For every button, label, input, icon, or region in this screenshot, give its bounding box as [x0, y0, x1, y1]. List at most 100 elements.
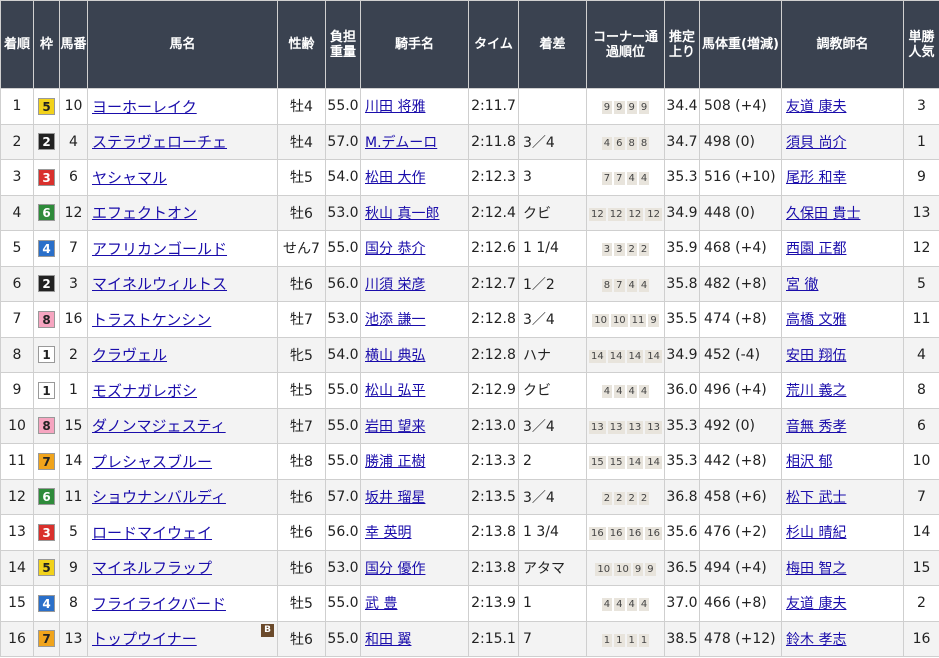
sexage-cell: 牡6 [277, 620, 326, 657]
trainer-cell: 杉山 晴紀 [781, 514, 904, 551]
horse-link[interactable]: マイネルフラップ [92, 559, 212, 577]
weight-cell: 55.0 [325, 585, 361, 622]
trainer-link[interactable]: 須貝 尚介 [786, 135, 846, 151]
corner-position: 9 [638, 101, 650, 115]
corner-position: 2 [626, 491, 637, 505]
time-cell: 2:13.5 [468, 478, 519, 515]
horse-link[interactable]: ヤシャマル [92, 169, 167, 187]
time-cell: 2:11.7 [468, 88, 519, 125]
waku-badge: 8 [38, 417, 55, 435]
popularity-cell: 3 [903, 88, 939, 125]
waku-cell: 4 [33, 230, 60, 267]
trainer-link[interactable]: 音無 秀孝 [786, 419, 846, 435]
corner-position: 15 [589, 456, 606, 470]
jockey-link[interactable]: 国分 優作 [365, 561, 425, 577]
rank-cell: 4 [0, 194, 34, 231]
jockey-link[interactable]: 国分 恭介 [365, 241, 425, 257]
horse-link[interactable]: ステラヴェローチェ [92, 133, 227, 151]
corner-position: 4 [601, 385, 613, 399]
last3f-cell: 35.6 [664, 514, 700, 551]
corner-position: 1 [614, 633, 625, 647]
last3f-cell: 35.8 [664, 265, 700, 302]
popularity-cell: 1 [903, 123, 939, 160]
trainer-link[interactable]: 相沢 郁 [786, 454, 832, 470]
sexage-cell: 牡7 [277, 407, 326, 444]
trainer-link[interactable]: 安田 翔伍 [786, 348, 846, 364]
horse-link[interactable]: モズナガレボシ [92, 382, 197, 400]
jockey-link[interactable]: 川須 栄彦 [365, 277, 425, 293]
jockey-link[interactable]: 幸 英明 [365, 525, 411, 541]
horse-link[interactable]: トラストケンシン [92, 311, 211, 329]
jockey-link[interactable]: 坂井 瑠星 [365, 490, 425, 506]
horse-link[interactable]: マイネルウィルトス [92, 275, 227, 293]
horse-link[interactable]: フライライクバード [92, 595, 226, 613]
weight-cell: 53.0 [325, 549, 361, 586]
jockey-link[interactable]: 秋山 真一郎 [365, 206, 439, 222]
jockey-link[interactable]: 横山 典弘 [365, 348, 425, 364]
horse-link[interactable]: クラヴェル [92, 346, 167, 364]
last3f-cell: 37.0 [664, 585, 700, 622]
waku-badge: 2 [38, 275, 55, 293]
waku-cell: 1 [33, 336, 60, 373]
jockey-link[interactable]: 武 豊 [365, 596, 397, 612]
sexage-cell: 牡6 [277, 549, 326, 586]
waku-cell: 6 [33, 194, 60, 231]
trainer-link[interactable]: 宮 徹 [786, 277, 818, 293]
jockey-link[interactable]: 川田 将雅 [365, 99, 425, 115]
trainer-cell: 宮 徹 [781, 265, 904, 302]
last3f-cell: 35.3 [664, 407, 700, 444]
horse-link[interactable]: プレシャスブルー [92, 453, 212, 471]
trainer-link[interactable]: 尾形 和幸 [786, 170, 846, 186]
horse-cell: トップウイナー B [87, 620, 278, 657]
corner-position: 4 [601, 598, 613, 612]
jockey-link[interactable]: 松田 大作 [365, 170, 425, 186]
waku-badge: 7 [38, 452, 55, 470]
trainer-link[interactable]: 西園 正都 [786, 241, 846, 257]
table-row: 9 1 1 モズナガレボシ 牡5 55.0 松山 弘平 2:12.9 クビ 44… [0, 372, 939, 409]
margin-cell: 1 1/4 [518, 230, 587, 267]
sexage-cell: 牡7 [277, 301, 326, 338]
jockey-link[interactable]: M.デムーロ [365, 135, 437, 151]
horse-link[interactable]: エフェクトオン [92, 204, 197, 222]
jockey-cell: 岩田 望来 [360, 407, 469, 444]
trainer-link[interactable]: 荒川 義之 [786, 383, 846, 399]
trainer-cell: 相沢 郁 [781, 443, 904, 480]
trainer-link[interactable]: 梅田 智之 [786, 561, 846, 577]
horse-link[interactable]: ダノンマジェスティ [92, 417, 226, 435]
corner-position: 4 [626, 278, 637, 292]
trainer-link[interactable]: 友道 康夫 [786, 596, 846, 612]
jockey-link[interactable]: 勝浦 正樹 [365, 454, 425, 470]
header-horse: 馬名 [87, 0, 278, 89]
time-cell: 2:15.1 [468, 620, 519, 657]
trainer-cell: 松下 武士 [781, 478, 904, 515]
waku-badge: 6 [38, 488, 55, 506]
waku-cell: 7 [33, 620, 60, 657]
jockey-link[interactable]: 和田 翼 [365, 632, 411, 648]
jockey-link[interactable]: 岩田 望来 [365, 419, 425, 435]
horse-link[interactable]: ショウナンバルディ [92, 488, 226, 506]
jockey-cell: 幸 英明 [360, 514, 469, 551]
trainer-link[interactable]: 鈴木 孝志 [786, 632, 846, 648]
horse-link[interactable]: ロードマイウェイ [92, 524, 212, 542]
corner-position: 4 [638, 172, 650, 186]
bodyweight-cell: 468 (+4) [699, 230, 782, 267]
time-cell: 2:13.3 [468, 443, 519, 480]
trainer-link[interactable]: 杉山 晴紀 [786, 525, 846, 541]
jockey-link[interactable]: 松山 弘平 [365, 383, 425, 399]
waku-badge: 6 [38, 204, 55, 222]
corner-position: 4 [638, 598, 650, 612]
trainer-link[interactable]: 友道 康夫 [786, 99, 846, 115]
rank-cell: 2 [0, 123, 34, 160]
rank-cell: 6 [0, 265, 34, 302]
trainer-link[interactable]: 松下 武士 [786, 490, 846, 506]
jockey-link[interactable]: 池添 謙一 [365, 312, 425, 328]
trainer-link[interactable]: 久保田 貴士 [786, 206, 860, 222]
waku-cell: 3 [33, 159, 60, 196]
sexage-cell: 牡4 [277, 123, 326, 160]
trainer-link[interactable]: 高橋 文雅 [786, 312, 846, 328]
weight-cell: 55.0 [325, 443, 361, 480]
horse-link[interactable]: トップウイナー [92, 630, 197, 648]
horse-link[interactable]: アフリカンゴールド [92, 240, 227, 258]
bodyweight-cell: 508 (+4) [699, 88, 782, 125]
horse-link[interactable]: ヨーホーレイク [92, 98, 197, 116]
